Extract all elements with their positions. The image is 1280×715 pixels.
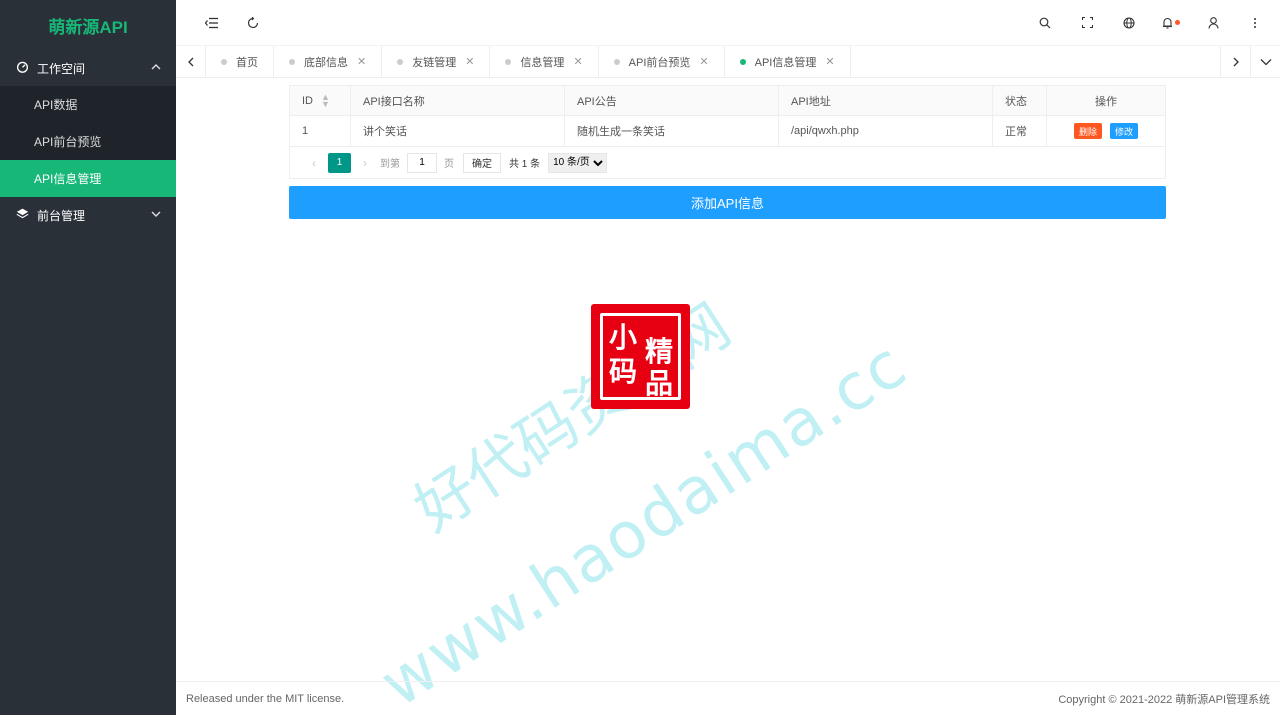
sidebar-group-label: 工作空间 <box>37 61 86 76</box>
tab-dot <box>739 58 746 65</box>
layers-icon <box>15 207 29 223</box>
sidebar-group-workspace[interactable]: 工作空间 <box>0 50 176 86</box>
close-icon[interactable]: ✕ <box>357 55 366 68</box>
next-page-icon[interactable]: › <box>355 156 375 170</box>
cell-notice: 随机生成一条笑话 <box>565 116 779 146</box>
goto-page-input[interactable] <box>407 152 437 173</box>
sidebar-item-api-info-management[interactable]: API信息管理 <box>0 160 176 197</box>
sort-icon[interactable]: ▲ ▼ <box>321 92 330 108</box>
main-content: ID ▲ ▼ API接口名称 API公告 API地址 状态 操作 1 讲个笑话 随… <box>289 85 1166 219</box>
column-header-name: API接口名称 <box>351 86 565 115</box>
close-icon[interactable]: ✕ <box>573 55 582 68</box>
tab-dot <box>221 58 227 65</box>
column-header-status: 状态 <box>993 86 1047 115</box>
goto-confirm-button[interactable]: 确定 <box>463 152 501 173</box>
column-header-url: API地址 <box>779 86 993 115</box>
app-logo[interactable]: 萌新源API <box>0 0 176 50</box>
page-tabs: 首页 底部信息 ✕ 友链管理 ✕ 信息管理 ✕ API前台预览 ✕ API信息管… <box>176 46 1280 78</box>
close-icon[interactable]: ✕ <box>825 55 834 68</box>
add-api-button[interactable]: 添加API信息 <box>289 186 1166 219</box>
sidebar: 萌新源API 工作空间 API数据 API前台预览 API信息管理 前台管理 <box>0 0 176 715</box>
table-header-row: ID ▲ ▼ API接口名称 API公告 API地址 状态 操作 <box>290 86 1165 116</box>
more-vertical-icon[interactable] <box>1234 0 1276 46</box>
tab-api-preview[interactable]: API前台预览 ✕ <box>599 46 725 77</box>
seal-char: 小 <box>609 321 638 354</box>
prev-page-icon[interactable]: ‹ <box>304 156 324 170</box>
cell-id: 1 <box>290 116 351 146</box>
fullscreen-icon[interactable] <box>1066 0 1108 46</box>
footer-copyright: Copyright © 2021-2022 萌新源API管理系统 <box>1058 693 1270 706</box>
tab-dot <box>613 58 620 65</box>
notification-dot <box>1175 20 1180 25</box>
sidebar-item-api-preview[interactable]: API前台预览 <box>0 123 176 160</box>
tab-info-management[interactable]: 信息管理 ✕ <box>490 46 599 77</box>
close-icon[interactable]: ✕ <box>465 55 474 68</box>
current-page[interactable]: 1 <box>328 152 351 173</box>
delete-button[interactable]: 删除 <box>1073 123 1102 139</box>
total-count: 共 1 条 <box>509 159 541 170</box>
gauge-icon <box>15 60 29 76</box>
page-footer: Released under the MIT license. Copyrigh… <box>176 681 1280 715</box>
tab-dot <box>505 58 512 65</box>
seal-char: 精 <box>645 335 674 368</box>
sidebar-submenu-workspace: API数据 API前台预览 API信息管理 <box>0 86 176 197</box>
pagination: ‹ 1 › 到第 页 确定 共 1 条 10 条/页 <box>289 147 1166 179</box>
sidebar-group-label: 前台管理 <box>37 208 86 223</box>
cell-name: 讲个笑话 <box>351 116 565 146</box>
seal-char: 码 <box>609 355 638 388</box>
tab-api-info-management[interactable]: API信息管理 ✕ <box>725 46 851 77</box>
page-unit-label: 页 <box>444 159 454 170</box>
tab-dot <box>397 58 404 65</box>
sidebar-item-api-data[interactable]: API数据 <box>0 86 176 123</box>
search-icon[interactable] <box>1024 0 1066 46</box>
tab-label: API信息管理 <box>754 56 817 69</box>
column-header-id[interactable]: ID ▲ ▼ <box>290 86 351 115</box>
chevron-down-icon <box>151 209 161 222</box>
cell-actions: 删除 修改 <box>1047 116 1165 146</box>
watermark-seal: 小 精 码 品 <box>591 304 690 409</box>
page-size-select[interactable]: 10 条/页 <box>548 152 608 173</box>
refresh-icon[interactable] <box>232 0 274 46</box>
menu-fold-icon[interactable] <box>190 0 232 46</box>
column-header-notice: API公告 <box>565 86 779 115</box>
top-header <box>176 0 1280 46</box>
cell-url: /api/qwxh.php <box>779 116 993 146</box>
tab-home[interactable]: 首页 <box>206 46 274 77</box>
column-header-actions: 操作 <box>1095 95 1117 108</box>
edit-button[interactable]: 修改 <box>1110 123 1139 139</box>
tabs-dropdown-icon[interactable] <box>1250 46 1280 77</box>
tab-label: 底部信息 <box>304 56 348 69</box>
table-row: 1 讲个笑话 随机生成一条笑话 /api/qwxh.php 正常 删除 修改 <box>290 116 1165 146</box>
cell-status: 正常 <box>993 116 1047 146</box>
tab-footer-info[interactable]: 底部信息 ✕ <box>274 46 383 77</box>
tab-label: 首页 <box>236 56 258 69</box>
sidebar-group-frontend[interactable]: 前台管理 <box>0 197 176 233</box>
header-label: ID <box>302 94 313 107</box>
tab-label: 友链管理 <box>412 56 457 69</box>
tab-label: 信息管理 <box>520 56 565 69</box>
watermark-text: 好代码资源网 <box>402 290 743 546</box>
tab-friend-links[interactable]: 友链管理 ✕ <box>382 46 491 77</box>
tab-dot <box>289 58 295 65</box>
bell-icon[interactable] <box>1150 0 1192 46</box>
chevron-up-icon <box>151 62 161 75</box>
globe-icon[interactable] <box>1108 0 1150 46</box>
goto-label: 到第 <box>380 159 400 170</box>
tabs-next-icon[interactable] <box>1220 46 1250 77</box>
tabs-prev-icon[interactable] <box>176 46 206 77</box>
close-icon[interactable]: ✕ <box>699 55 708 68</box>
footer-license: Released under the MIT license. <box>186 692 345 705</box>
seal-char: 品 <box>645 367 674 400</box>
tab-label: API前台预览 <box>628 56 691 69</box>
user-icon[interactable] <box>1192 0 1234 46</box>
api-table: ID ▲ ▼ API接口名称 API公告 API地址 状态 操作 1 讲个笑话 随… <box>289 85 1166 147</box>
